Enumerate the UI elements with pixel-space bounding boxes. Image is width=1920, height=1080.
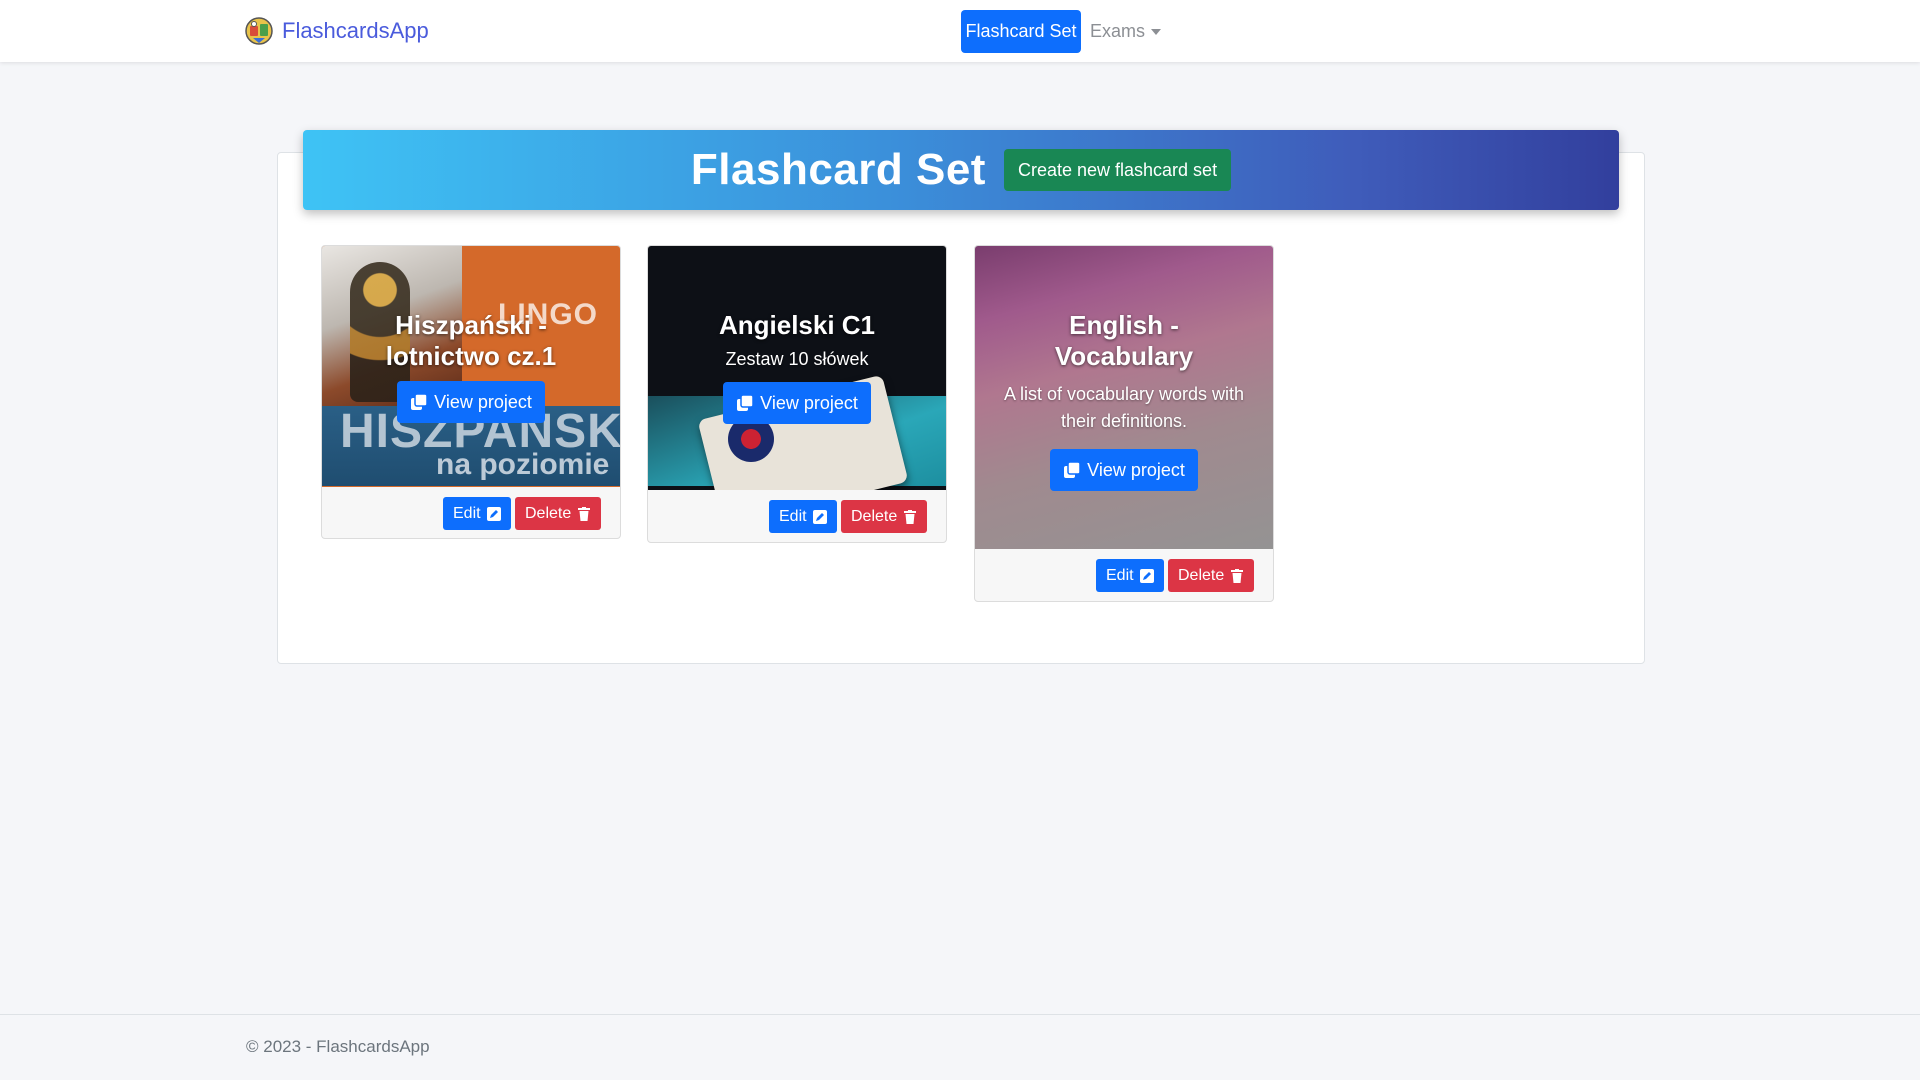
copy-icon (737, 394, 754, 411)
pencil-square-icon (486, 506, 501, 521)
hero-header: Flashcard Set Create new flashcard set (303, 130, 1619, 210)
card-image: LINGO HISZPAŃSKI na poziomie Hiszpański … (322, 246, 620, 487)
app-logo-icon (245, 17, 273, 45)
edit-label: Edit (453, 504, 481, 522)
nav-exams-dropdown[interactable]: Exams (1090, 10, 1162, 53)
delete-button[interactable]: Delete (1168, 559, 1255, 592)
card-image: Angielski C1 Zestaw 10 słówek View proje… (648, 246, 946, 490)
caret-down-icon (1151, 29, 1162, 35)
flashcard-set-card: Angielski C1 Zestaw 10 słówek View proje… (647, 245, 947, 543)
card-image: English - Vocabulary A list of vocabular… (975, 246, 1273, 549)
card-subtitle: A list of vocabulary words with their de… (1003, 384, 1245, 431)
delete-label: Delete (851, 507, 898, 525)
card-footer: Edit Delete (322, 487, 620, 537)
page-footer: © 2023 - FlashcardsApp (0, 1014, 1920, 1080)
edit-label: Edit (1106, 566, 1134, 584)
navbar: FlashcardsApp Flashcard Set Exams (0, 0, 1920, 62)
page-title: Flashcard Set (690, 145, 986, 194)
trash-icon (904, 509, 917, 524)
view-project-label: View project (1087, 459, 1185, 480)
card-footer: Edit Delete (975, 549, 1273, 599)
card-footer: Edit Delete (648, 490, 946, 540)
edit-button[interactable]: Edit (769, 500, 837, 533)
view-project-button[interactable]: View project (397, 381, 545, 423)
create-flashcard-set-button[interactable]: Create new flashcard set (1003, 149, 1232, 191)
view-project-label: View project (434, 391, 532, 412)
edit-button[interactable]: Edit (1096, 559, 1164, 592)
card-subtitle: Zestaw 10 słówek (725, 349, 869, 369)
delete-button[interactable]: Delete (515, 497, 602, 530)
brand-name: FlashcardsApp (282, 18, 429, 43)
nav-flashcard-set[interactable]: Flashcard Set (961, 10, 1081, 53)
pencil-square-icon (812, 509, 827, 524)
image-text-level: na poziomie (436, 448, 610, 481)
delete-label: Delete (1178, 566, 1225, 584)
delete-button[interactable]: Delete (841, 500, 928, 533)
nav-exams-label: Exams (1090, 21, 1146, 41)
edit-button[interactable]: Edit (443, 497, 511, 530)
pencil-square-icon (1139, 568, 1154, 583)
brand-link[interactable]: FlashcardsApp (244, 15, 429, 47)
card-title: English - Vocabulary (1054, 310, 1194, 371)
flashcard-set-card: English - Vocabulary A list of vocabular… (974, 245, 1274, 602)
flashcard-set-card: LINGO HISZPAŃSKI na poziomie Hiszpański … (321, 245, 621, 539)
card-title: Hiszpański - lotnictwo cz.1 (385, 310, 557, 371)
trash-icon (1231, 568, 1244, 583)
view-project-button[interactable]: View project (723, 382, 871, 424)
delete-label: Delete (525, 504, 572, 522)
copy-icon (411, 393, 428, 410)
copy-icon (1064, 461, 1081, 478)
view-project-label: View project (760, 392, 858, 413)
edit-label: Edit (779, 507, 807, 525)
trash-icon (578, 506, 591, 521)
card-title: Angielski C1 (718, 310, 876, 340)
copyright-text: © 2023 - FlashcardsApp (246, 1037, 430, 1056)
view-project-button[interactable]: View project (1050, 449, 1198, 491)
